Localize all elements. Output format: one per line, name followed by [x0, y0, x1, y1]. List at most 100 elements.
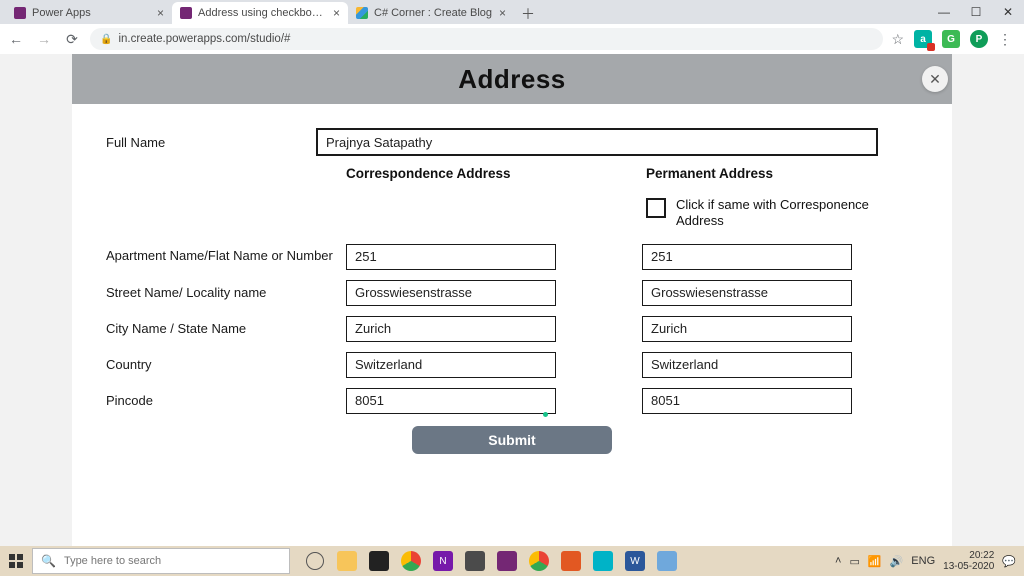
tab-title: C# Corner : Create Blog [374, 7, 493, 19]
label-pincode: Pincode [106, 393, 346, 408]
chrome2-button[interactable] [524, 546, 554, 576]
heading-permanent: Permanent Address [646, 166, 906, 181]
tray-chevron-icon[interactable]: ˄ [835, 555, 841, 567]
file-explorer-button[interactable] [332, 546, 362, 576]
label-apartment: Apartment Name/Flat Name or Number [106, 248, 346, 264]
csharpcorner-icon [356, 7, 368, 19]
onenote-button[interactable]: N [428, 546, 458, 576]
bookmark-icon[interactable]: ☆ [891, 31, 904, 48]
system-tray: ˄ ▭ 📶 🔊 ENG 20:22 13-05-2020 💬 [835, 550, 1024, 572]
taskbar-search-input[interactable]: 🔍 Type here to search [32, 548, 290, 574]
powerapps-icon [180, 7, 192, 19]
label-street: Street Name/ Locality name [106, 285, 346, 300]
label-fullname: Full Name [106, 135, 316, 150]
lock-icon: 🔒 [100, 34, 112, 45]
minimize-button[interactable]: — [928, 0, 960, 24]
browser-menu-button[interactable]: ⋮ [998, 31, 1012, 48]
app-orange-button[interactable] [556, 546, 586, 576]
row-pincode: Pincode [106, 388, 918, 414]
c-apartment-input[interactable] [346, 244, 556, 270]
form-area: Full Name Correspondence Address Permane… [72, 104, 952, 464]
tray-battery-icon[interactable]: ▭ [849, 555, 859, 568]
row-city: City Name / State Name [106, 316, 918, 342]
reload-button[interactable]: ⟳ [62, 29, 82, 49]
url-input[interactable]: 🔒 in.create.powerapps.com/studio/# [90, 28, 883, 50]
c-country-input[interactable] [346, 352, 556, 378]
c-street-input[interactable] [346, 280, 556, 306]
app-cyan-button[interactable] [588, 546, 618, 576]
taskbar-apps: N W [300, 546, 682, 576]
fullname-input[interactable] [316, 128, 878, 156]
cortana-button[interactable] [300, 546, 330, 576]
page-title: Address [458, 64, 566, 95]
cursor-dot-icon [543, 412, 548, 417]
word-button[interactable]: W [620, 546, 650, 576]
label-country: Country [106, 357, 346, 372]
window-controls: — ☐ ✕ [928, 0, 1024, 24]
tray-clock[interactable]: 20:22 13-05-2020 [943, 550, 994, 572]
row-street: Street Name/ Locality name [106, 280, 918, 306]
tray-wifi-icon[interactable]: 📶 [868, 555, 882, 568]
powerapps-taskbar-button[interactable] [492, 546, 522, 576]
address-bar: ← → ⟳ 🔒 in.create.powerapps.com/studio/#… [0, 24, 1024, 55]
forward-button[interactable]: → [34, 29, 54, 49]
windows-icon [9, 554, 23, 568]
row-submit: Submit [106, 426, 918, 454]
windows-taskbar: 🔍 Type here to search N W ˄ ▭ 📶 🔊 ENG 20… [0, 546, 1024, 576]
sublime-button[interactable] [460, 546, 490, 576]
checkbox-icon[interactable] [646, 198, 666, 218]
submit-button[interactable]: Submit [412, 426, 612, 454]
tab-title: Power Apps [32, 7, 151, 19]
close-window-button[interactable]: ✕ [992, 0, 1024, 24]
browser-chrome: Power Apps × Address using checkbox - Sa… [0, 0, 1024, 55]
extension-idm-icon[interactable]: a [914, 30, 932, 48]
form-header: Address [72, 54, 952, 104]
tray-time: 20:22 [969, 550, 994, 561]
app-canvas: Address Full Name Correspondence Address… [72, 54, 952, 546]
tab-csharpcorner[interactable]: C# Corner : Create Blog × [348, 2, 514, 24]
close-icon[interactable]: × [333, 7, 340, 19]
p-city-input[interactable] [642, 316, 852, 342]
p-pincode-input[interactable] [642, 388, 852, 414]
tray-lang[interactable]: ENG [911, 555, 935, 567]
tab-powerapps[interactable]: Power Apps × [6, 2, 172, 24]
profile-avatar[interactable]: P [970, 30, 988, 48]
label-city: City Name / State Name [106, 321, 346, 336]
search-icon: 🔍 [41, 554, 56, 568]
snip-button[interactable] [652, 546, 682, 576]
page-viewport: Address Full Name Correspondence Address… [0, 54, 1024, 546]
c-city-input[interactable] [346, 316, 556, 342]
row-same-address: Click if same with Corresponence Address [106, 197, 918, 230]
tray-notifications-icon[interactable]: 💬 [1002, 555, 1016, 568]
tray-volume-icon[interactable]: 🔊 [890, 555, 904, 568]
row-fullname: Full Name [106, 128, 918, 156]
chrome-actions: ☆ a G P ⋮ [891, 30, 1018, 48]
terminal-button[interactable] [364, 546, 394, 576]
chrome-button[interactable] [396, 546, 426, 576]
start-button[interactable] [0, 546, 32, 576]
row-apartment: Apartment Name/Flat Name or Number [106, 244, 918, 270]
p-street-input[interactable] [642, 280, 852, 306]
close-icon[interactable]: × [499, 7, 506, 19]
close-icon[interactable]: × [157, 7, 164, 19]
c-pincode-input[interactable] [346, 388, 556, 414]
same-address-checkbox[interactable]: Click if same with Corresponence Address [646, 197, 886, 230]
p-country-input[interactable] [642, 352, 852, 378]
tab-strip: Power Apps × Address using checkbox - Sa… [0, 0, 1024, 24]
search-placeholder: Type here to search [64, 555, 161, 567]
tab-title: Address using checkbox - Saved [198, 7, 327, 19]
heading-correspondence: Correspondence Address [346, 166, 606, 181]
maximize-button[interactable]: ☐ [960, 0, 992, 24]
back-button[interactable]: ← [6, 29, 26, 49]
section-headings: Correspondence Address Permanent Address [106, 166, 918, 181]
p-apartment-input[interactable] [642, 244, 852, 270]
url-text: in.create.powerapps.com/studio/# [118, 33, 290, 45]
preview-close-button[interactable]: ✕ [922, 66, 948, 92]
powerapps-icon [14, 7, 26, 19]
new-tab-button[interactable]: ＋ [518, 4, 538, 24]
extension-grammarly-icon[interactable]: G [942, 30, 960, 48]
checkbox-label: Click if same with Corresponence Address [676, 197, 886, 230]
tab-address-app[interactable]: Address using checkbox - Saved × [172, 2, 348, 24]
tray-date: 13-05-2020 [943, 561, 994, 572]
row-country: Country [106, 352, 918, 378]
